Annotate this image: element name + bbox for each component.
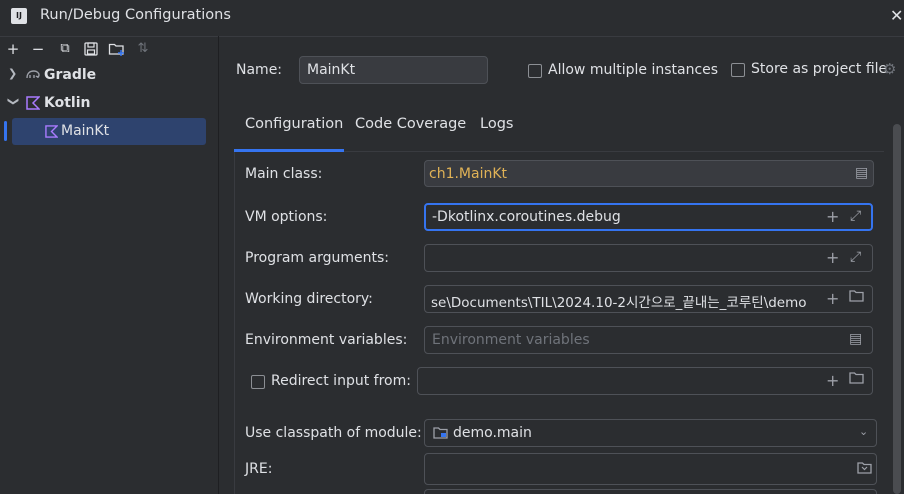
title-divider	[0, 36, 904, 37]
add-configuration-icon[interactable]: +	[4, 40, 22, 58]
kotlin-icon	[26, 96, 41, 114]
tree-item-label: Kotlin	[44, 95, 91, 111]
sort-configurations-icon: ⇅	[137, 41, 149, 56]
chevron-down-icon[interactable]: ❯	[7, 97, 20, 106]
jre-label: JRE:	[245, 461, 273, 477]
jre-dropdown-icon[interactable]	[857, 461, 872, 478]
expand-icon[interactable]: ⤢	[850, 208, 861, 224]
redirect-input-label: Redirect input from:	[271, 373, 411, 389]
classpath-module-value: demo.main	[453, 425, 532, 441]
vm-options-label: VM options:	[245, 209, 328, 225]
tree-item-kotlin[interactable]: ❯ Kotlin	[0, 91, 218, 117]
browse-icon[interactable]: ▤	[849, 331, 862, 347]
gradle-icon	[25, 67, 41, 85]
tree-item-gradle[interactable]: ❯ Gradle	[0, 63, 218, 89]
gear-icon[interactable]: ⚙	[883, 60, 896, 78]
chevron-down-icon[interactable]: ⌄	[859, 425, 868, 438]
add-icon[interactable]: +	[826, 371, 839, 390]
name-value: MainKt	[307, 62, 356, 78]
tab-code-coverage[interactable]: Code Coverage	[355, 116, 466, 132]
expand-icon[interactable]: ⤢	[850, 249, 861, 265]
panel-divider	[218, 36, 219, 494]
store-project-label: Store as project file	[751, 61, 888, 77]
name-label: Name:	[236, 62, 283, 78]
save-configuration-icon[interactable]	[82, 40, 100, 58]
tree-item-mainkt[interactable]: MainKt	[12, 118, 206, 145]
working-directory-value: se\Documents\TIL\2024.10-2시간으로_끝내는_코루틴\d…	[431, 295, 807, 311]
close-icon[interactable]: ✕	[890, 6, 903, 25]
environment-variables-field[interactable]: Environment variables ▤	[424, 326, 873, 354]
store-project-checkbox[interactable]	[731, 63, 745, 77]
add-icon[interactable]: +	[826, 289, 839, 308]
main-class-value: ch1.MainKt	[429, 166, 508, 182]
tree-item-label: MainKt	[61, 123, 110, 139]
intellij-app-icon: IJ	[11, 8, 27, 24]
kotlin-icon	[45, 125, 59, 142]
new-folder-icon[interactable]	[108, 40, 126, 58]
name-field[interactable]: MainKt	[299, 56, 488, 84]
browse-icon[interactable]: ▤	[855, 165, 868, 181]
folder-icon[interactable]	[849, 289, 864, 306]
folder-icon[interactable]	[849, 371, 864, 388]
tab-configuration[interactable]: Configuration	[245, 116, 343, 132]
allow-multiple-label: Allow multiple instances	[548, 62, 719, 78]
program-arguments-label: Program arguments:	[245, 250, 389, 266]
classpath-module-label: Use classpath of module:	[245, 425, 422, 441]
environment-variables-label: Environment variables:	[245, 332, 408, 348]
redirect-input-field[interactable]: +	[417, 367, 873, 395]
vm-options-value: -Dkotlinx.coroutines.debug	[432, 209, 621, 225]
chevron-right-icon[interactable]: ❯	[8, 67, 17, 80]
scrollbar[interactable]	[893, 124, 901, 494]
allow-multiple-checkbox[interactable]	[528, 64, 542, 78]
tab-logs[interactable]: Logs	[480, 116, 513, 132]
working-directory-label: Working directory:	[245, 291, 373, 307]
add-icon[interactable]: +	[826, 248, 839, 267]
main-class-label: Main class:	[245, 166, 323, 182]
next-field	[424, 489, 877, 494]
selection-marker	[4, 121, 7, 141]
vm-options-field[interactable]: -Dkotlinx.coroutines.debug + ⤢	[424, 203, 873, 231]
tree-item-label: Gradle	[44, 67, 97, 83]
classpath-module-select[interactable]: demo.main ⌄	[424, 419, 877, 447]
add-icon[interactable]: +	[826, 207, 839, 226]
copy-configuration-icon[interactable]: ⧉	[56, 40, 74, 58]
main-class-field[interactable]: ch1.MainKt ▤	[424, 160, 874, 187]
program-arguments-field[interactable]: + ⤢	[424, 244, 873, 272]
working-directory-field[interactable]: se\Documents\TIL\2024.10-2시간으로_끝내는_코루틴\d…	[424, 285, 873, 313]
window-title: Run/Debug Configurations	[40, 7, 231, 23]
redirect-input-checkbox[interactable]	[251, 375, 265, 389]
module-folder-icon	[433, 426, 448, 443]
remove-configuration-icon[interactable]: −	[29, 40, 47, 58]
jre-select[interactable]	[424, 453, 877, 485]
environment-variables-placeholder: Environment variables	[432, 332, 590, 348]
